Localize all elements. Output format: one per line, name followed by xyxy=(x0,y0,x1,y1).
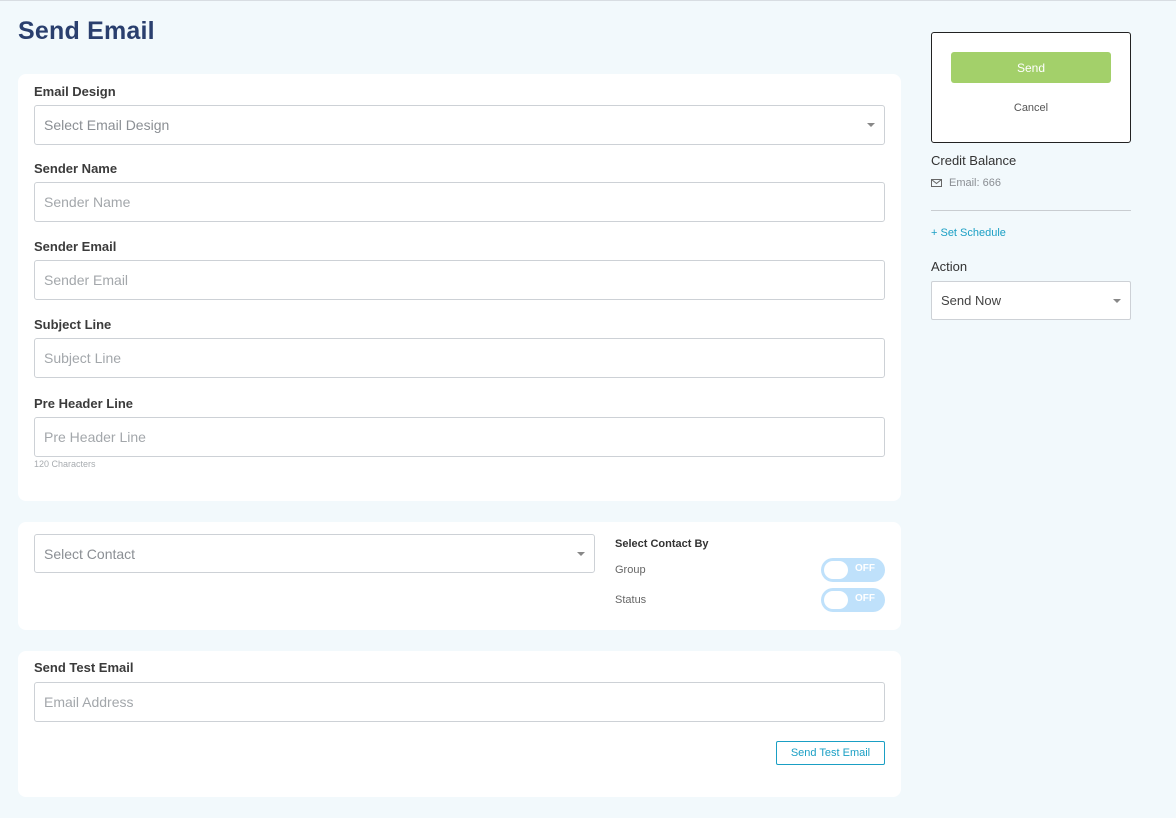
credit-email-balance: Email: 666 xyxy=(931,177,1001,189)
credit-email-text: Email: 666 xyxy=(949,177,1001,189)
credit-balance-title: Credit Balance xyxy=(931,153,1017,168)
chevron-down-icon xyxy=(1113,298,1121,303)
action-select-value: Send Now xyxy=(941,293,1001,308)
sender-name-label: Sender Name xyxy=(34,161,118,176)
pre-header-placeholder: Pre Header Line xyxy=(44,429,146,445)
sender-name-input[interactable]: Sender Name xyxy=(34,182,885,222)
send-test-email-label: Send Test Email xyxy=(34,660,134,675)
send-button[interactable]: Send xyxy=(951,52,1111,83)
toggle-state: OFF xyxy=(855,593,875,604)
page-title: Send Email xyxy=(18,17,155,45)
status-toggle[interactable]: OFF xyxy=(821,588,885,612)
character-limit-hint: 120 Characters xyxy=(34,459,96,469)
action-select[interactable]: Send Now xyxy=(931,281,1131,320)
cancel-button[interactable]: Cancel xyxy=(932,102,1130,114)
email-details-card: Email Design Select Email Design Sender … xyxy=(18,74,901,501)
group-toggle-label: Group xyxy=(615,564,646,576)
contact-select[interactable]: Select Contact xyxy=(34,534,595,573)
chevron-down-icon xyxy=(577,551,585,556)
pre-header-label: Pre Header Line xyxy=(34,396,133,411)
subject-line-input[interactable]: Subject Line xyxy=(34,338,885,378)
status-toggle-label: Status xyxy=(615,594,647,606)
toggle-knob xyxy=(824,561,848,579)
contact-card: Select Contact Select Contact By Group O… xyxy=(18,522,901,630)
sender-name-placeholder: Sender Name xyxy=(44,194,131,210)
top-divider xyxy=(0,0,1176,1)
email-design-label: Email Design xyxy=(34,84,116,99)
test-email-card: Send Test Email Email Address Send Test … xyxy=(18,651,901,797)
chevron-down-icon xyxy=(867,123,875,127)
email-design-placeholder: Select Email Design xyxy=(44,117,170,133)
email-design-select[interactable]: Select Email Design xyxy=(34,105,885,145)
set-schedule-link[interactable]: + Set Schedule xyxy=(931,227,1006,239)
subject-line-label: Subject Line xyxy=(34,317,112,332)
test-email-placeholder: Email Address xyxy=(44,694,134,710)
sender-email-placeholder: Sender Email xyxy=(44,272,129,288)
subject-line-placeholder: Subject Line xyxy=(44,350,122,366)
sender-email-label: Sender Email xyxy=(34,239,117,254)
contact-select-placeholder: Select Contact xyxy=(44,545,136,562)
select-contact-by-title: Select Contact By xyxy=(615,538,709,550)
group-toggle[interactable]: OFF xyxy=(821,558,885,582)
toggle-knob xyxy=(824,591,848,609)
action-label: Action xyxy=(931,259,968,274)
send-actions-box: Send Cancel xyxy=(931,32,1131,143)
send-test-email-button[interactable]: Send Test Email xyxy=(776,741,885,765)
test-email-input[interactable]: Email Address xyxy=(34,682,885,722)
toggle-state: OFF xyxy=(855,563,875,574)
sender-email-input[interactable]: Sender Email xyxy=(34,260,885,300)
mail-icon xyxy=(931,179,942,187)
pre-header-input[interactable]: Pre Header Line xyxy=(34,417,885,457)
sidebar-divider xyxy=(931,210,1131,211)
